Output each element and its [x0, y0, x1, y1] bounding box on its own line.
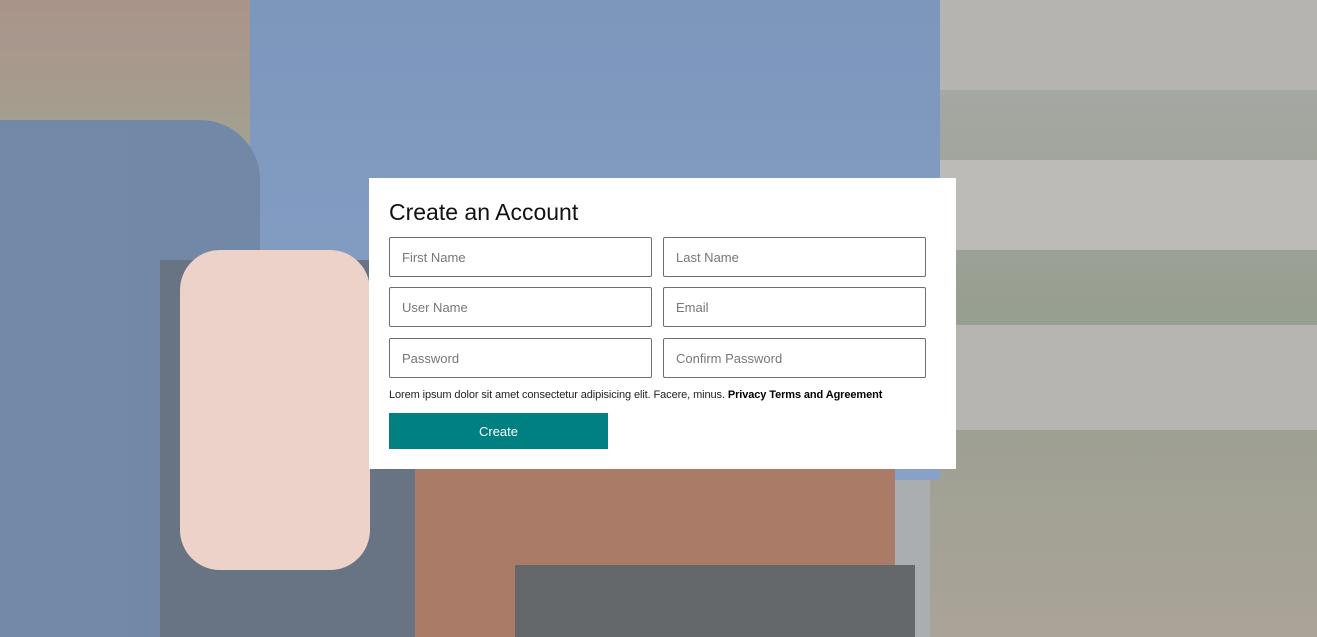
create-button[interactable]: Create	[389, 413, 608, 449]
terms-text: Lorem ipsum dolor sit amet consectetur a…	[389, 389, 725, 401]
first-name-input[interactable]	[389, 237, 652, 277]
last-name-input[interactable]	[663, 237, 926, 277]
page-title: Create an Account	[389, 199, 579, 225]
password-input[interactable]	[389, 338, 652, 378]
create-account-card: Create an Account Lorem ipsum dolor sit …	[369, 178, 956, 469]
privacy-terms-link[interactable]: Privacy Terms and Agreement	[728, 389, 883, 401]
confirm-password-input[interactable]	[663, 338, 926, 378]
terms-notice: Lorem ipsum dolor sit amet consectetur a…	[389, 389, 882, 401]
email-input[interactable]	[663, 287, 926, 327]
user-name-input[interactable]	[389, 287, 652, 327]
